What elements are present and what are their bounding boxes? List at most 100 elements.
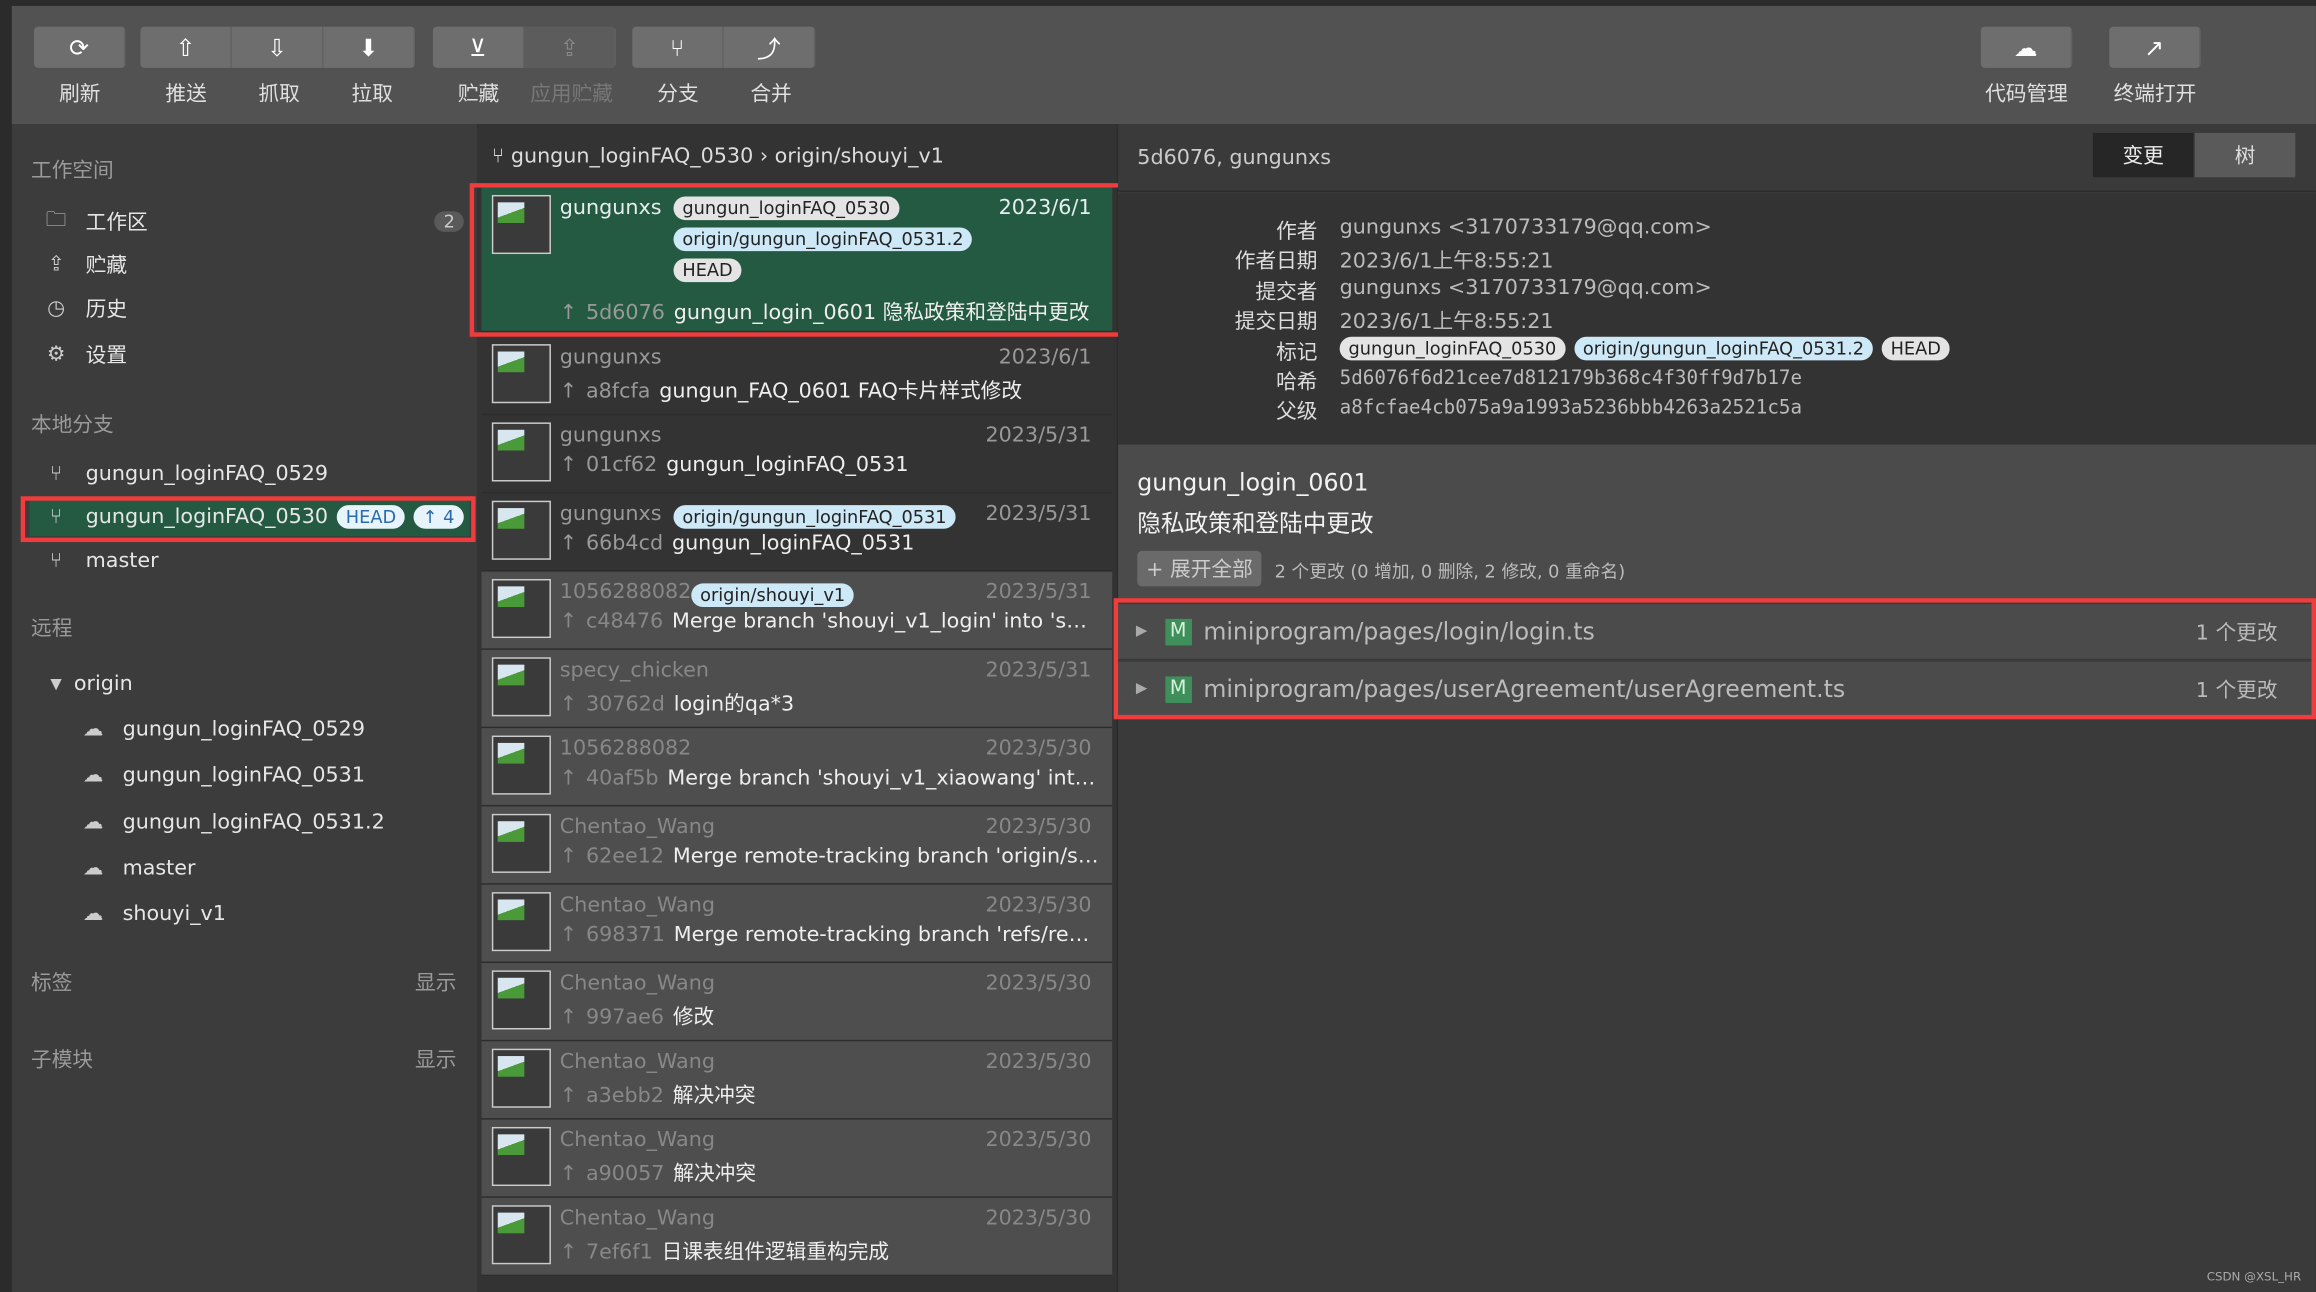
submodules-heading: 子模块 bbox=[31, 1048, 94, 1073]
commit-row[interactable]: 1056288082 2023/5/30 ↑ 40af5b Merge branch … bbox=[481, 728, 1113, 807]
commit-message: Merge remote-tracking branch 'origin/sho… bbox=[672, 844, 1099, 869]
remote-branch[interactable]: ☁ shouyi_v1 bbox=[66, 895, 506, 933]
tab-changes[interactable]: 变更 bbox=[2092, 132, 2194, 178]
commit-date: 2023/5/30 bbox=[985, 893, 1092, 918]
code-manage-button[interactable]: ☁ bbox=[1980, 26, 2073, 68]
remote-branch[interactable]: ☁ gungun_loginFAQ_0529 bbox=[66, 710, 506, 748]
push-button[interactable]: ⇧ bbox=[140, 26, 232, 68]
commit-row[interactable]: Chentao_Wang 2023/5/30 ↑ 7ef6f1 日课表组件逻辑重构完成 bbox=[481, 1197, 1113, 1277]
commit-message: Merge branch 'shouyi_v1_xiaowang' into '… bbox=[667, 766, 1098, 791]
commit-row[interactable]: 1056288082 origin/shouyi_v1 2023/5/31 ↑ c48… bbox=[481, 571, 1113, 650]
avatar bbox=[491, 735, 551, 795]
remote-origin[interactable]: ▼ origin bbox=[30, 665, 470, 703]
stash-icon: ⊻ bbox=[469, 33, 487, 62]
commit-row[interactable]: Chentao_Wang 2023/5/30 ↑ a90057 解决冲突 bbox=[481, 1119, 1113, 1198]
avatar bbox=[491, 1126, 551, 1187]
arrow-up-icon: ↑ bbox=[559, 923, 578, 947]
local-branch[interactable]: ⑂ gungun_loginFAQ_0529 bbox=[30, 455, 470, 493]
cloud-icon: ☁ bbox=[82, 763, 104, 788]
local-branch[interactable]: ⑂ master bbox=[30, 542, 470, 580]
sidebar-item-stash[interactable]: ⇪ 贮藏 bbox=[30, 245, 470, 283]
commit-author: gungunxs bbox=[559, 345, 662, 370]
arrow-up-icon: ↑ bbox=[559, 1005, 578, 1030]
refresh-button[interactable]: ⟳ bbox=[33, 26, 126, 68]
label: gungun_loginFAQ_0529 bbox=[85, 462, 329, 486]
branch-icon: ⑂ bbox=[49, 462, 63, 486]
refresh-icon: ⟳ bbox=[69, 33, 89, 62]
commit-author: specy_chicken bbox=[559, 658, 710, 683]
tab-tree[interactable]: 树 bbox=[2194, 132, 2296, 178]
commit-message-line: ↑ a90057 解决冲突 bbox=[560, 1158, 1099, 1188]
commit-hash: a8fcfa bbox=[585, 379, 651, 404]
commit-message-line: ↑ 62ee12 Merge remote-tracking branch 'ori… bbox=[560, 845, 1099, 869]
label: gungun_loginFAQ_0531.2 bbox=[122, 810, 385, 835]
pull-button[interactable]: ⬇ bbox=[323, 26, 416, 68]
file-row[interactable]: ▶ Mminiprogram/pages/login/login.ts 1 个更改 bbox=[1118, 604, 2316, 661]
commit-date: 2023/5/30 bbox=[985, 1206, 1092, 1231]
submodules-show-button[interactable]: 显示 bbox=[415, 1044, 456, 1074]
commit-row[interactable]: gungunxs 2023/5/31 ↑ 01cf62 gungun_loginFAQ… bbox=[481, 415, 1113, 494]
stash-button[interactable]: ⊻ bbox=[432, 26, 525, 68]
avatar bbox=[491, 657, 551, 717]
arrow-up-icon: ↑ bbox=[559, 610, 578, 634]
remote-branch[interactable]: ☁ gungun_loginFAQ_0531 bbox=[66, 756, 506, 794]
label: master bbox=[85, 549, 159, 574]
arrow-up-icon: ↑ bbox=[559, 844, 578, 869]
commit-row[interactable]: gungunxs 2023/6/1 ↑ a8fcfa gungun_FAQ_0601 … bbox=[481, 337, 1113, 416]
branch-label: 分支 bbox=[657, 82, 699, 107]
arrow-up-icon: ↑ bbox=[559, 692, 578, 717]
expand-all-button[interactable]: + 展开全部 bbox=[1137, 550, 1262, 587]
commit-row[interactable]: Chentao_Wang 2023/5/30 ↑ 698371 Merge remot… bbox=[481, 884, 1113, 964]
refresh-label: 刷新 bbox=[59, 82, 101, 107]
label: shouyi_v1 bbox=[122, 902, 226, 927]
commit-row[interactable]: gungunxs origin/gungun_loginFAQ_0531 2023/… bbox=[481, 493, 1113, 572]
commit-message: login的qa*3 bbox=[673, 692, 795, 717]
remote-branch[interactable]: ☁ master bbox=[66, 849, 506, 887]
cloud-icon: ☁ bbox=[82, 902, 104, 927]
stash-group: ⊻ ⇪ bbox=[432, 26, 616, 68]
file-row[interactable]: ▶ Mminiprogram/pages/userAgreement/userAg… bbox=[1118, 661, 2316, 718]
avatar bbox=[491, 970, 551, 1030]
parent-value[interactable]: a8fcfae4cb075a9a1993a5236bbb4263a2521c5a bbox=[1340, 397, 1802, 419]
commit-date: 2023/5/30 bbox=[985, 1050, 1092, 1074]
commit-message: 解决冲突 bbox=[672, 1084, 756, 1108]
commit-date: 2023/5/30 bbox=[985, 737, 1092, 761]
sidebar: 工作空间 🗀 工作区 2 ⇪ 贮藏 ◷ 历史 ⚙ 设置 本地分支 ⑂ gungun_logi… bbox=[11, 124, 478, 1292]
remote-branch[interactable]: ☁ gungun_loginFAQ_0531.2 bbox=[66, 803, 506, 841]
commit-row[interactable]: specy_chicken 2023/5/31 ↑ 30762d login的qa*3 bbox=[481, 649, 1113, 729]
commit-message-line: ↑ a8fcfa gungun_FAQ_0601 FAQ卡片样式修改 bbox=[560, 375, 1099, 405]
commit-date: 2023/5/31 bbox=[985, 423, 1092, 448]
ref-badge: origin/gungun_loginFAQ_0531 bbox=[673, 505, 956, 529]
local-branch-current[interactable]: ⑂ gungun_loginFAQ_0530 HEAD ↑ 4 bbox=[29, 497, 470, 537]
commit-summary: gungun_login_0601 隐私政策和登陆中更改 + 展开全部 2 个更… bbox=[1118, 444, 2316, 599]
commit-hash: 7ef6f1 bbox=[585, 1240, 653, 1265]
tags-show-button[interactable]: 显示 bbox=[415, 967, 456, 997]
terminal-open-button[interactable]: ↗ bbox=[2109, 26, 2201, 68]
count-badge: 2 bbox=[434, 211, 464, 232]
committer-label: 提交者 bbox=[1255, 280, 1318, 305]
sidebar-item-history[interactable]: ◷ 历史 bbox=[30, 289, 470, 327]
commit-row[interactable]: gungunxs gungun_loginFAQ_0530 origin/gungu… bbox=[481, 187, 1113, 333]
modified-badge: M bbox=[1164, 675, 1192, 703]
branch-button[interactable]: ⑂ bbox=[632, 26, 724, 68]
file-path: miniprogram/pages/userAgreement/userAgre… bbox=[1203, 674, 1846, 704]
sidebar-item-workspace[interactable]: 🗀 工作区 2 bbox=[30, 202, 470, 240]
sidebar-item-settings[interactable]: ⚙ 设置 bbox=[30, 335, 470, 373]
commit-row[interactable]: Chentao_Wang 2023/5/30 ↑ 997ae6 修改 bbox=[481, 963, 1113, 1042]
merge-button[interactable]: ⤴ bbox=[723, 26, 816, 68]
list-header: ⑂ gungun_loginFAQ_0530 › origin/shouyi_v… bbox=[491, 144, 944, 169]
fetch-button[interactable]: ⇩ bbox=[231, 26, 324, 68]
watermark: CSDN @XSL_HR bbox=[2206, 1270, 2302, 1284]
commit-date-label: 提交日期 bbox=[1234, 310, 1318, 334]
commit-author: gungunxs bbox=[559, 423, 662, 448]
ref-badge: origin/shouyi_v1 bbox=[691, 583, 854, 608]
commit-row[interactable]: Chentao_Wang 2023/5/30 ↑ a3ebb2 解决冲突 bbox=[481, 1041, 1113, 1120]
fetch-icon: ⇩ bbox=[267, 33, 287, 62]
refs-label: 标记 bbox=[1276, 341, 1318, 365]
apply-stash-button[interactable]: ⇪ bbox=[524, 26, 616, 68]
head-badge: HEAD bbox=[336, 505, 405, 529]
commit-row[interactable]: Chentao_Wang 2023/5/30 ↑ 62ee12 Merge remot… bbox=[481, 806, 1113, 885]
detail-title: 5d6076, gungunxs bbox=[1137, 146, 1332, 170]
commit-date: 2023/6/1 bbox=[998, 196, 1092, 221]
commit-detail: 5d6076, gungunxs 变更 树 作者 gungunxs <317073… bbox=[1118, 124, 2316, 1292]
